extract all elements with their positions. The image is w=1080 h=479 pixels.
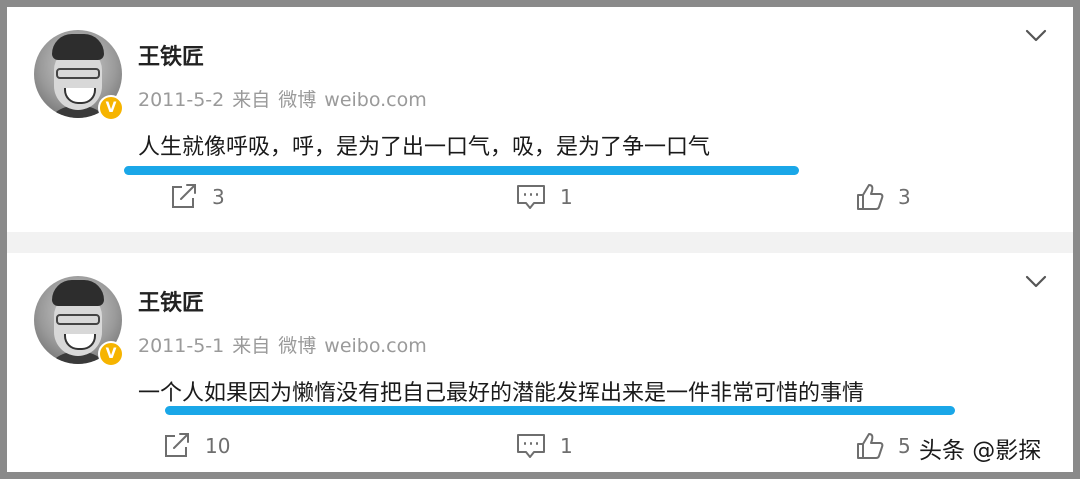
share-button[interactable]: 10 (163, 431, 230, 461)
source-url: weibo.com (324, 89, 427, 111)
post-meta: 2011-5-1 来自 微博 weibo.com (138, 331, 435, 358)
post-content: 人生就像呼吸，呼，是为了出一口气，吸，是为了争一口气 (138, 135, 711, 160)
post-card: V 王铁匠 2011-5-1 来自 微博 weibo.com 一个人如果因为懒惰没有把… (7, 253, 1073, 472)
comment-count: 1 (560, 434, 573, 458)
share-icon (165, 433, 189, 457)
feed-frame: V 王铁匠 2011-5-2 来自 微博 weibo.com 人生就像呼吸，呼，是为了… (7, 7, 1073, 472)
source-url: weibo.com (324, 335, 427, 357)
action-bar: 3 1 3 (7, 182, 1073, 212)
comment-button[interactable]: 1 (516, 431, 573, 461)
comment-count: 1 (560, 185, 573, 209)
source-prefix: 来自 (232, 335, 271, 357)
post-card: V 王铁匠 2011-5-2 来自 微博 weibo.com 人生就像呼吸，呼，是为了… (7, 7, 1073, 232)
verified-icon: V (98, 95, 124, 121)
verified-icon: V (98, 341, 124, 367)
watermark: 头条 @影探 (919, 438, 1042, 464)
post-content: 一个人如果因为懒惰没有把自己最好的潜能发挥出来是一件非常可惜的事情 (138, 381, 865, 406)
chevron-down-icon[interactable] (1025, 29, 1047, 43)
author-name[interactable]: 王铁匠 (138, 39, 204, 71)
source-prefix: 来自 (232, 89, 271, 111)
share-count: 3 (212, 185, 225, 209)
post-meta: 2011-5-2 来自 微博 weibo.com (138, 85, 435, 112)
comment-icon (517, 434, 545, 458)
highlight-underline (124, 166, 799, 175)
like-button[interactable]: 3 (856, 182, 911, 212)
share-icon (172, 184, 196, 208)
comment-icon (517, 185, 545, 209)
highlight-underline (165, 406, 955, 415)
share-count: 10 (205, 434, 231, 458)
author-name[interactable]: 王铁匠 (138, 285, 204, 317)
comment-button[interactable]: 1 (516, 182, 573, 212)
like-icon (857, 433, 884, 459)
post-date: 2011-5-1 (138, 335, 225, 357)
chevron-down-icon[interactable] (1025, 275, 1047, 289)
share-button[interactable]: 3 (170, 182, 225, 212)
source-name: 微博 (278, 335, 317, 357)
like-count: 5 (898, 434, 911, 458)
post-date: 2011-5-2 (138, 89, 225, 111)
like-button[interactable]: 5 (856, 431, 911, 461)
like-icon (857, 184, 884, 210)
source-name: 微博 (278, 89, 317, 111)
action-bar: 10 1 5 (7, 431, 1073, 461)
like-count: 3 (898, 185, 911, 209)
